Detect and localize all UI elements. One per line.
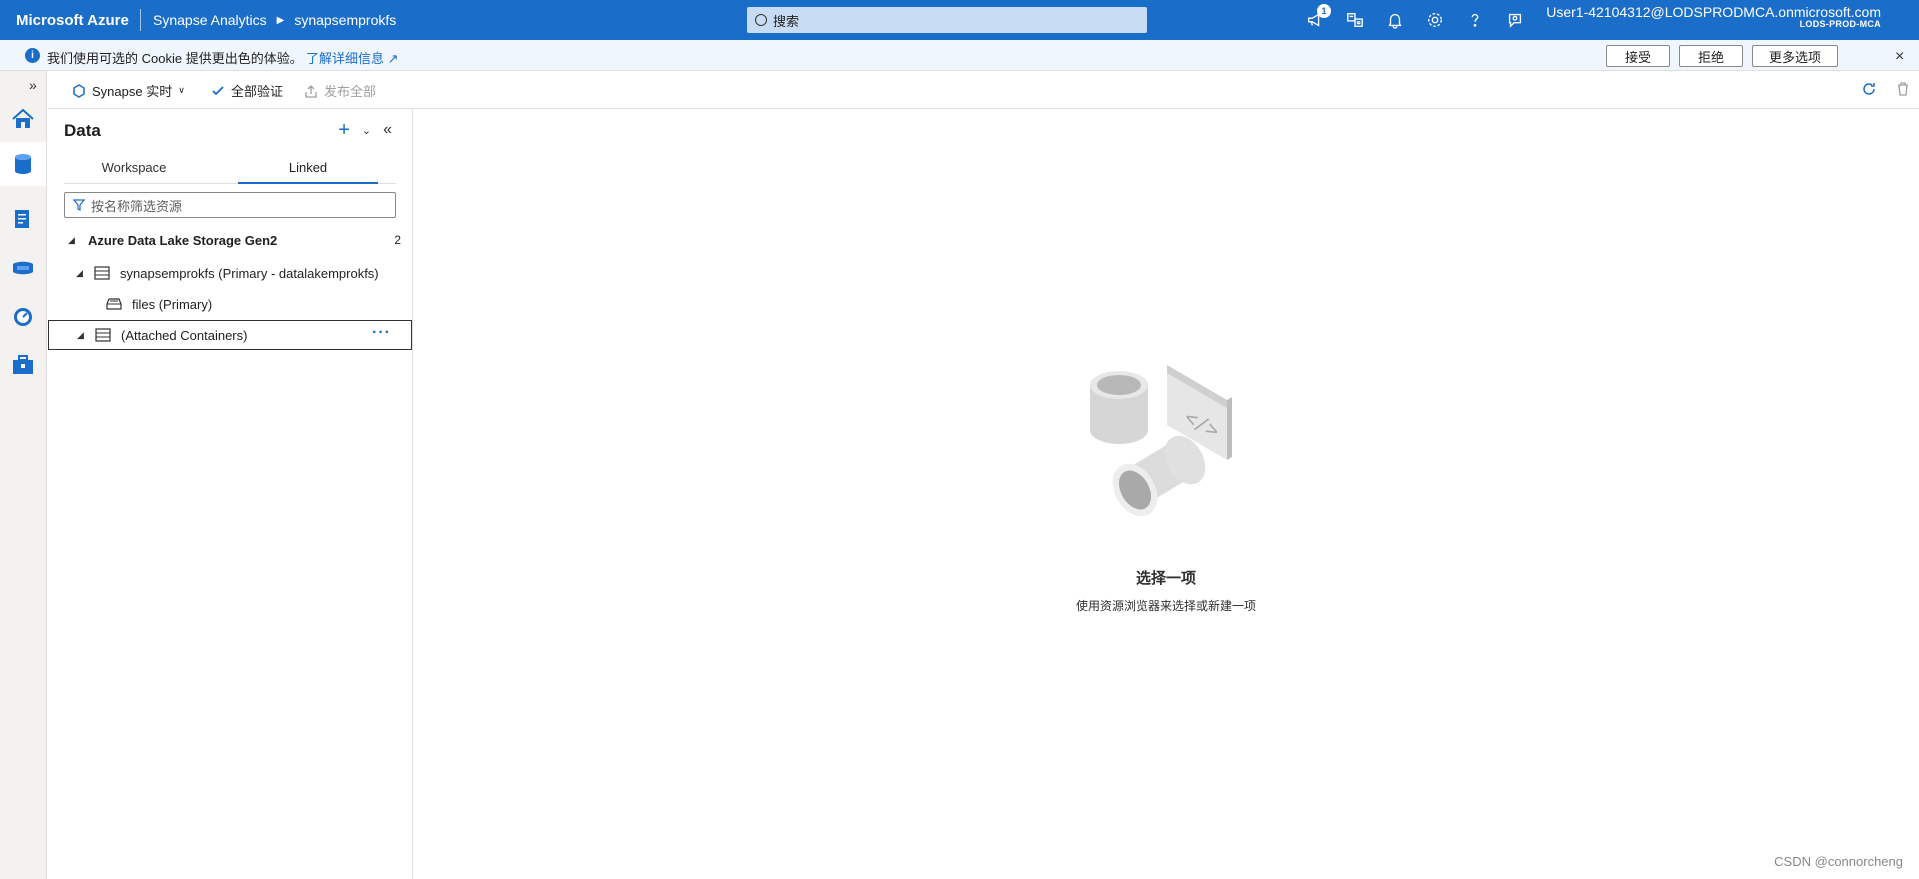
- discard-button[interactable]: [1895, 81, 1911, 100]
- tree-label: synapsemprokfs (Primary - datalakemprokf…: [120, 265, 379, 281]
- tree-item-primary-storage[interactable]: ◢ synapsemprokfs (Primary - datalakempro…: [48, 258, 413, 288]
- panel-title: Data: [64, 121, 101, 140]
- checkmark-icon: [212, 85, 224, 95]
- learn-more-label: 了解详细信息: [306, 51, 385, 66]
- tree-item-adls-gen2[interactable]: ◢ Azure Data Lake Storage Gen2 2: [48, 225, 413, 255]
- trash-icon: [1898, 82, 1908, 96]
- nav-home[interactable]: [9, 105, 37, 133]
- synapse-live-label: Synapse 实时: [92, 84, 173, 99]
- toolbox-icon: [13, 355, 33, 374]
- tree-label: Azure Data Lake Storage Gen2: [88, 232, 278, 248]
- breadcrumb-workspace[interactable]: synapsemprokfs: [294, 12, 396, 28]
- learn-more-link[interactable]: 了解详细信息 ↗: [306, 48, 399, 67]
- publish-icon: [305, 84, 317, 98]
- nav-data[interactable]: [0, 142, 46, 186]
- help-icon: [1471, 13, 1479, 27]
- filter-icon: [73, 199, 85, 211]
- directory-button[interactable]: [1345, 10, 1365, 30]
- tree-label: (Attached Containers): [121, 327, 248, 343]
- nav-monitor[interactable]: [9, 303, 37, 331]
- chevron-down-icon: ∨: [178, 85, 185, 95]
- empty-state-title: 选择一项: [1135, 570, 1196, 587]
- nav-integrate[interactable]: [9, 254, 37, 282]
- account-menu[interactable]: User1-42104312@LODSPRODMCA.onmicrosoft.c…: [1546, 4, 1881, 30]
- brand-divider: [140, 9, 141, 31]
- left-nav-rail: »: [0, 71, 47, 879]
- bell-icon: [1388, 13, 1402, 29]
- bell-button[interactable]: [1385, 10, 1405, 30]
- external-link-icon: ↗: [387, 51, 399, 66]
- breadcrumb: Synapse Analytics ▶ synapsemprokfs: [153, 12, 396, 28]
- storage-account-icon: [95, 328, 111, 342]
- empty-state-illustration: </>: [1090, 365, 1232, 517]
- data-explorer-panel: Data + ⌄ « Workspace Linked 按名称筛选资源 ◢ Az…: [48, 109, 413, 879]
- panel-actions: + ⌄ «: [338, 120, 392, 140]
- help-button[interactable]: [1465, 10, 1485, 30]
- search-icon: [755, 14, 767, 26]
- more-actions-button[interactable]: ···: [372, 324, 391, 342]
- expand-caret-icon[interactable]: ◢: [77, 330, 84, 341]
- search-input[interactable]: 搜索: [747, 7, 1147, 33]
- expand-caret-icon[interactable]: ◢: [68, 235, 75, 246]
- expand-nav-icon[interactable]: »: [29, 77, 37, 93]
- tree-item-attached-containers[interactable]: ◢ (Attached Containers) ···: [48, 320, 412, 350]
- collapse-all-icon[interactable]: ⌄: [362, 124, 371, 137]
- tenant-name: LODS-PROD-MCA: [1799, 19, 1881, 30]
- close-icon[interactable]: ×: [1895, 48, 1904, 66]
- user-name: User1-42104312@LODSPRODMCA.onmicrosoft.c…: [1546, 4, 1881, 20]
- notification-count-badge: 1: [1317, 4, 1331, 18]
- top-icon-group: 1: [1305, 0, 1525, 40]
- search-placeholder: 搜索: [773, 13, 800, 29]
- add-resource-icon[interactable]: +: [338, 120, 350, 140]
- storage-account-icon: [94, 266, 110, 280]
- brand-link[interactable]: Microsoft Azure: [0, 12, 140, 29]
- more-options-button[interactable]: 更多选项: [1752, 45, 1838, 67]
- synapse-live-dropdown[interactable]: Synapse 实时 ∨: [72, 81, 185, 100]
- refresh-button[interactable]: [1861, 81, 1877, 100]
- feedback-icon: [1508, 13, 1522, 28]
- directory-icon: [1347, 13, 1363, 27]
- refresh-icon: [1863, 83, 1875, 95]
- info-icon: i: [25, 48, 40, 63]
- home-icon: [12, 108, 34, 128]
- panel-tabs: Workspace Linked: [64, 154, 396, 184]
- validate-all-button[interactable]: 全部验证: [211, 81, 283, 100]
- expand-caret-icon[interactable]: ◢: [76, 268, 83, 279]
- tree-item-files-container[interactable]: files (Primary): [48, 289, 413, 319]
- accept-button[interactable]: 接受: [1606, 45, 1670, 67]
- toolbar-right-tools: [1861, 81, 1911, 100]
- cookie-message: 我们使用可选的 Cookie 提供更出色的体验。: [47, 51, 303, 66]
- cylinder-shape: [1090, 371, 1148, 444]
- gear-icon: [1428, 13, 1442, 27]
- filter-placeholder: 按名称筛选资源: [91, 198, 183, 214]
- document-icon: [15, 210, 29, 228]
- filter-input[interactable]: 按名称筛选资源: [64, 192, 396, 218]
- gauge-icon: [14, 308, 32, 326]
- empty-state-subtitle: 使用资源浏览器来选择或新建一项: [1075, 599, 1256, 613]
- cookie-banner: i 我们使用可选的 Cookie 提供更出色的体验。 了解详细信息 ↗ 接受 拒…: [0, 40, 1919, 71]
- item-count: 2: [394, 233, 401, 247]
- feedback-button[interactable]: [1505, 10, 1525, 30]
- publish-all-button[interactable]: 发布全部: [304, 81, 376, 100]
- synapse-icon: [73, 83, 85, 98]
- database-icon: [15, 154, 31, 174]
- notifications-feed-button[interactable]: 1: [1305, 4, 1331, 30]
- tab-workspace[interactable]: Workspace: [64, 160, 204, 184]
- watermark: CSDN @connorcheng: [1774, 854, 1903, 869]
- collapse-panel-icon[interactable]: «: [383, 121, 392, 139]
- nav-develop[interactable]: [9, 205, 37, 233]
- toolbar: Synapse 实时 ∨ 全部验证 发布全部: [48, 71, 1919, 109]
- settings-button[interactable]: [1425, 10, 1445, 30]
- validate-all-label: 全部验证: [231, 84, 284, 99]
- breadcrumb-synapse-analytics[interactable]: Synapse Analytics: [153, 12, 267, 28]
- container-icon: [106, 298, 122, 310]
- tree-label: files (Primary): [132, 296, 213, 312]
- top-bar: Microsoft Azure Synapse Analytics ▶ syna…: [0, 0, 1919, 40]
- nav-manage[interactable]: [9, 351, 37, 379]
- reject-button[interactable]: 拒绝: [1679, 45, 1743, 67]
- publish-all-label: 发布全部: [324, 84, 377, 99]
- pipeline-icon: [13, 261, 33, 275]
- chevron-right-icon: ▶: [276, 14, 285, 26]
- tab-linked[interactable]: Linked: [238, 160, 378, 184]
